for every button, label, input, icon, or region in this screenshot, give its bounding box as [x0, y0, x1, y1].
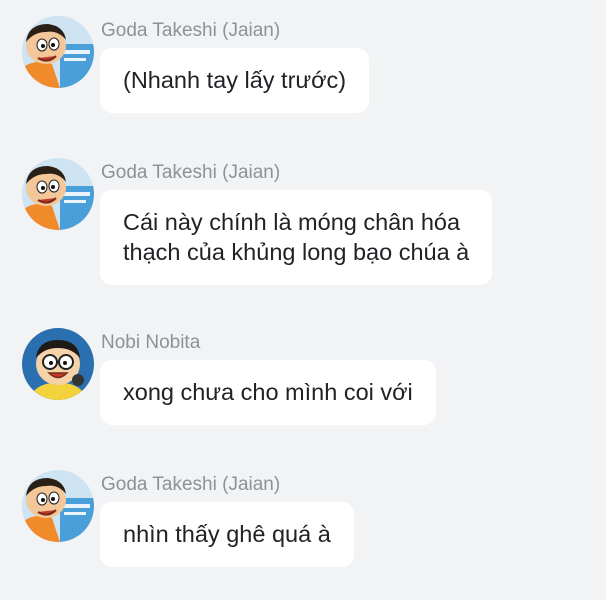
message-text: nhìn thấy ghê quá à	[123, 521, 331, 547]
jaian-avatar-icon[interactable]	[22, 158, 94, 230]
sender-name: Goda Takeshi (Jaian)	[101, 474, 281, 495]
message-bubble[interactable]: xong chưa cho mình coi với	[100, 360, 436, 425]
message-text: thạch của khủng long bạo chúa à	[123, 239, 470, 265]
message-text: (Nhanh tay lấy trước)	[123, 67, 347, 93]
message-bubble[interactable]: Cái này chính là móng chân hóa thạch của…	[100, 190, 493, 285]
jaian-avatar-icon[interactable]	[22, 16, 94, 88]
message-bubble[interactable]: (Nhanh tay lấy trước)	[100, 48, 370, 113]
chat-thread: Goda Takeshi (Jaian) (Nhanh tay lấy trướ…	[0, 0, 606, 600]
nobita-avatar-icon[interactable]	[22, 328, 94, 400]
sender-name: Goda Takeshi (Jaian)	[101, 20, 281, 41]
jaian-avatar-icon[interactable]	[22, 470, 94, 542]
sender-name: Nobi Nobita	[101, 332, 201, 353]
sender-name: Goda Takeshi (Jaian)	[101, 162, 281, 183]
message-bubble[interactable]: nhìn thấy ghê quá à	[100, 502, 354, 567]
message-text: Cái này chính là móng chân hóa	[123, 209, 461, 235]
message-text: xong chưa cho mình coi với	[123, 379, 413, 405]
